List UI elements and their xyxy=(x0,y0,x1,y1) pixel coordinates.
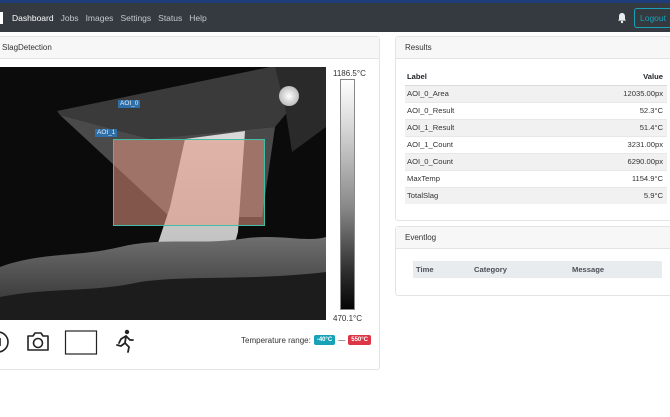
result-label: MaxTemp xyxy=(405,169,544,187)
aoi-1-region[interactable] xyxy=(113,139,265,226)
temperature-scale-min: 470.1°C xyxy=(333,314,362,323)
eventlog-card: Eventlog Time Category Message xyxy=(395,226,670,296)
aoi-1-label[interactable]: AOI_1 xyxy=(95,129,118,137)
nav-item-images[interactable]: Images xyxy=(86,13,114,23)
logout-button[interactable]: Logout xyxy=(634,7,670,28)
nav-item-dashboard[interactable]: Dashboard xyxy=(12,13,54,23)
aoi-0-label[interactable]: AOI_0 xyxy=(118,100,141,108)
eventlog-header-row: Time Category Message xyxy=(413,261,662,278)
result-label: AOI_0_Area xyxy=(405,84,544,102)
temperature-range-label: Temperature range: xyxy=(241,335,311,345)
thermal-camera-view[interactable]: AOI_0 AOI_1 xyxy=(0,67,326,320)
stop-icon[interactable] xyxy=(0,328,10,354)
table-row: AOI_0_Area 12035.00px xyxy=(405,84,667,102)
result-value: 52.3°C xyxy=(543,101,667,119)
nav-item-help[interactable]: Help xyxy=(189,13,206,23)
table-row: MaxTemp 1154.9°C xyxy=(405,169,667,187)
temperature-scale-max: 1186.5°C xyxy=(333,69,366,78)
column-header-value: Value xyxy=(543,69,667,86)
temperature-scale-bar xyxy=(340,79,355,310)
temperature-range: Temperature range: -40°C — 550°C xyxy=(241,335,371,345)
column-header-category: Category xyxy=(471,261,569,278)
results-header-row: Label Value xyxy=(405,69,667,86)
eventlog-title: Eventlog xyxy=(396,227,670,249)
temperature-range-max-badge[interactable]: 550°C xyxy=(348,335,371,345)
result-label: AOI_1_Result xyxy=(405,118,544,136)
temperature-range-min-badge[interactable]: -40°C xyxy=(313,335,336,345)
bell-icon[interactable] xyxy=(616,12,628,24)
result-value: 6290.00px xyxy=(543,152,667,170)
result-value: 5.9°C xyxy=(543,186,667,204)
result-value: 12035.00px xyxy=(543,84,667,102)
camera-icon[interactable] xyxy=(26,328,50,354)
table-row: AOI_0_Count 6290.00px xyxy=(405,152,667,170)
table-row: AOI_1_Result 51.4°C xyxy=(405,118,667,136)
nav-item-settings[interactable]: Settings xyxy=(120,13,151,23)
temperature-range-separator: — xyxy=(338,336,346,344)
nav-item-status[interactable]: Status xyxy=(158,13,182,23)
eventlog-table: Time Category Message xyxy=(413,261,662,278)
results-title: Results xyxy=(396,37,670,59)
result-value: 1154.9°C xyxy=(543,169,667,187)
running-person-icon[interactable] xyxy=(113,328,135,354)
results-table: Label Value AOI_0_Area 12035.00px AOI_0_… xyxy=(405,69,667,204)
table-row: AOI_0_Result 52.3°C xyxy=(405,101,667,119)
slag-detection-title: SlagDetection xyxy=(0,37,379,59)
table-row: AOI_1_Count 3231.00px xyxy=(405,135,667,153)
result-label: TotalSlag xyxy=(405,186,544,204)
results-card: Results Label Value AOI_0_Area 12035.00p… xyxy=(395,36,670,221)
result-value: 51.4°C xyxy=(543,118,667,136)
table-row: TotalSlag 5.9°C xyxy=(405,186,667,204)
nav-item-jobs[interactable]: Jobs xyxy=(61,13,79,23)
top-navbar: Dashboard Jobs Images Settings Status He… xyxy=(0,3,670,32)
result-label: AOI_0_Count xyxy=(405,152,544,170)
result-label: AOI_0_Result xyxy=(405,101,544,119)
navbar-right-group: Logout xyxy=(616,3,670,32)
rectangle-icon[interactable] xyxy=(64,328,98,356)
column-header-message: Message xyxy=(569,261,662,278)
result-value: 3231.00px xyxy=(543,135,667,153)
column-header-time: Time xyxy=(413,261,471,278)
brand-mark xyxy=(0,11,3,24)
column-header-label: Label xyxy=(405,69,544,86)
result-label: AOI_1_Count xyxy=(405,135,544,153)
